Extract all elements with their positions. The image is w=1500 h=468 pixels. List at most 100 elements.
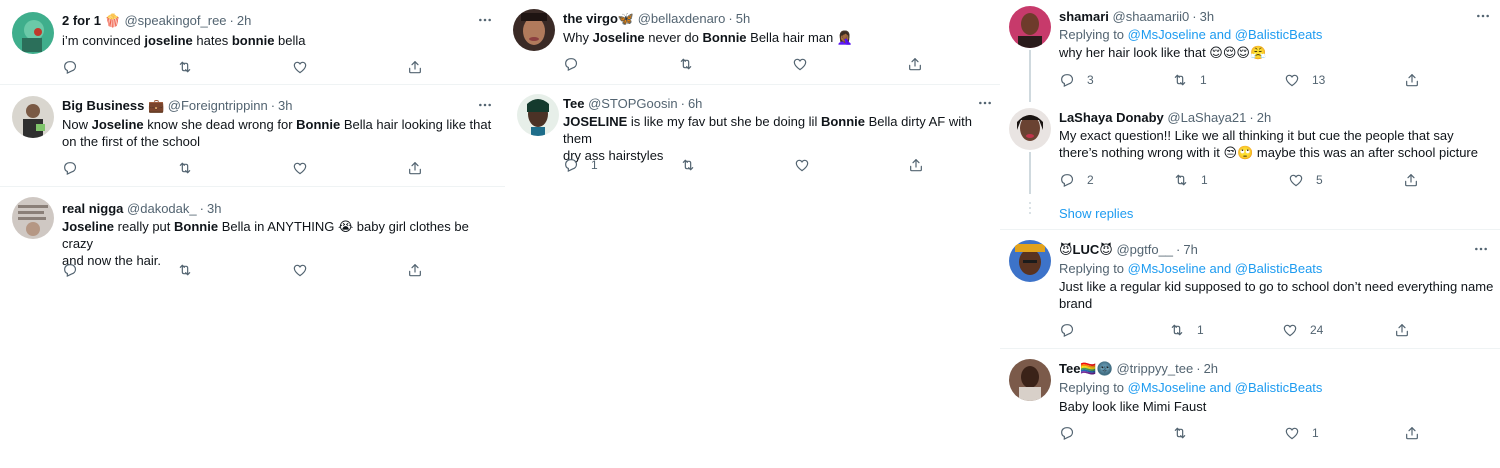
heart-icon xyxy=(292,59,308,75)
user-handle[interactable]: @Foreigntrippinn xyxy=(168,98,268,113)
share-button[interactable] xyxy=(407,159,423,177)
reply-icon xyxy=(1059,425,1075,441)
share-button[interactable] xyxy=(1404,424,1420,442)
timestamp[interactable]: 2h xyxy=(237,13,251,28)
reply-mentions-link[interactable]: @MsJoseline and @BalisticBeats xyxy=(1128,380,1323,395)
retweet-button[interactable] xyxy=(1172,424,1188,442)
display-name[interactable]: LaShaya Donaby xyxy=(1059,110,1164,125)
user-handle[interactable]: @bellaxdenaro xyxy=(638,11,726,26)
reply-tweet[interactable]: LaShaya Donaby @LaShaya21 · 2h My exact qu… xyxy=(1000,100,1500,200)
tweet-header: LaShaya Donaby @LaShaya21 · 2h xyxy=(1059,109,1271,126)
timestamp[interactable]: 2h xyxy=(1204,361,1218,376)
reply-icon xyxy=(62,262,78,278)
user-handle[interactable]: @shaamarii0 xyxy=(1113,9,1190,24)
avatar[interactable] xyxy=(1009,108,1051,150)
avatar[interactable] xyxy=(1009,240,1051,282)
reply-button[interactable] xyxy=(1059,321,1075,339)
avatar[interactable] xyxy=(1009,6,1051,48)
reply-button[interactable] xyxy=(62,159,78,177)
retweet-button[interactable] xyxy=(177,159,193,177)
share-button[interactable] xyxy=(1394,321,1410,339)
reply-button[interactable]: 3 xyxy=(1059,71,1094,89)
reply-button[interactable]: 2 xyxy=(1059,171,1094,189)
share-icon xyxy=(1403,172,1419,188)
tweet[interactable]: Tee @STOPGoosin · 6h JOSELINE is like my f… xyxy=(505,86,1000,186)
user-handle[interactable]: @pgtfo__ xyxy=(1116,242,1173,257)
retweet-button[interactable] xyxy=(177,261,193,279)
like-button[interactable]: 1 xyxy=(1284,424,1319,442)
heart-icon xyxy=(1288,172,1304,188)
like-button[interactable] xyxy=(794,156,810,174)
avatar[interactable] xyxy=(517,94,559,136)
avatar[interactable] xyxy=(1009,359,1051,401)
like-button[interactable] xyxy=(792,55,808,73)
share-button[interactable] xyxy=(407,261,423,279)
more-options-icon[interactable] xyxy=(976,95,994,111)
retweet-button[interactable] xyxy=(680,156,696,174)
timestamp[interactable]: 3h xyxy=(278,98,292,113)
reply-tweet[interactable]: shamari @shaamarii0 · 3h Replying to @MsJo… xyxy=(1000,0,1500,100)
reply-count: 1 xyxy=(591,158,598,172)
like-count: 13 xyxy=(1312,73,1326,87)
avatar[interactable] xyxy=(12,197,54,239)
retweet-button[interactable]: 1 xyxy=(1169,321,1204,339)
user-handle[interactable]: @STOPGoosin xyxy=(588,96,678,111)
like-button[interactable] xyxy=(292,159,308,177)
reply-button[interactable] xyxy=(1059,424,1075,442)
tweet[interactable]: Big Business 💼 @Foreigntrippinn · 3h Now J… xyxy=(0,86,505,187)
timestamp[interactable]: 3h xyxy=(1200,9,1214,24)
show-replies-link[interactable]: Show replies xyxy=(1059,206,1133,221)
avatar[interactable] xyxy=(12,96,54,138)
retweet-button[interactable]: 1 xyxy=(1173,171,1208,189)
heart-icon xyxy=(1284,425,1300,441)
display-name[interactable]: Big Business 💼 xyxy=(62,98,164,113)
retweet-button[interactable] xyxy=(678,55,694,73)
timestamp[interactable]: 6h xyxy=(688,96,702,111)
reply-tweet[interactable]: Tee🏳️‍🌈🌚 @trippyy_tee · 2h Replying to @Ms… xyxy=(1000,350,1500,468)
more-options-icon[interactable] xyxy=(1472,241,1490,257)
tweet[interactable]: real nigga @dakodak_ · 3h Joseline really … xyxy=(0,188,505,288)
share-button[interactable] xyxy=(407,58,423,76)
share-button[interactable] xyxy=(1403,171,1419,189)
more-options-icon[interactable] xyxy=(476,97,494,113)
user-handle[interactable]: @trippyy_tee xyxy=(1116,361,1193,376)
reply-mentions-link[interactable]: @MsJoseline and @BalisticBeats xyxy=(1128,261,1323,276)
user-handle[interactable]: @speakingof_ree xyxy=(124,13,226,28)
timestamp[interactable]: 5h xyxy=(736,11,750,26)
user-handle[interactable]: @LaShaya21 xyxy=(1167,110,1246,125)
like-button[interactable]: 5 xyxy=(1288,171,1323,189)
tweet[interactable]: the virgo🦋 @bellaxdenaro · 5h Why Joseline… xyxy=(505,0,1000,85)
display-name[interactable]: 2 for 1 🍿 xyxy=(62,13,121,28)
retweet-icon xyxy=(1169,322,1185,338)
display-name[interactable]: Tee🏳️‍🌈🌚 xyxy=(1059,361,1113,376)
like-button[interactable] xyxy=(292,58,308,76)
like-button[interactable]: 24 xyxy=(1282,321,1323,339)
like-button[interactable]: 13 xyxy=(1284,71,1325,89)
reply-tweet[interactable]: 😈LUC😈 @pgtfo__ · 7h Replying to @MsJoselin… xyxy=(1000,229,1500,349)
display-name[interactable]: the virgo🦋 xyxy=(563,11,634,26)
display-name[interactable]: 😈LUC😈 xyxy=(1059,242,1113,257)
avatar[interactable] xyxy=(12,12,54,54)
timestamp[interactable]: 3h xyxy=(207,201,221,216)
share-button[interactable] xyxy=(908,156,924,174)
retweet-button[interactable] xyxy=(177,58,193,76)
display-name[interactable]: shamari xyxy=(1059,9,1109,24)
reply-button[interactable] xyxy=(62,261,78,279)
like-button[interactable] xyxy=(292,261,308,279)
reply-button[interactable]: 1 xyxy=(563,156,598,174)
display-name[interactable]: real nigga xyxy=(62,201,123,216)
retweet-button[interactable]: 1 xyxy=(1172,71,1207,89)
share-button[interactable] xyxy=(1404,71,1420,89)
more-options-icon[interactable] xyxy=(1474,8,1492,24)
timestamp[interactable]: 2h xyxy=(1257,110,1271,125)
display-name[interactable]: Tee xyxy=(563,96,584,111)
tweet[interactable]: 2 for 1 🍿 @speakingof_ree · 2h i’m convinc… xyxy=(0,0,505,85)
reply-button[interactable] xyxy=(62,58,78,76)
more-options-icon[interactable] xyxy=(476,12,494,28)
avatar[interactable] xyxy=(513,9,555,51)
share-button[interactable] xyxy=(907,55,923,73)
reply-button[interactable] xyxy=(563,55,579,73)
reply-mentions-link[interactable]: @MsJoseline and @BalisticBeats xyxy=(1128,27,1323,42)
timestamp[interactable]: 7h xyxy=(1183,242,1197,257)
user-handle[interactable]: @dakodak_ xyxy=(127,201,197,216)
